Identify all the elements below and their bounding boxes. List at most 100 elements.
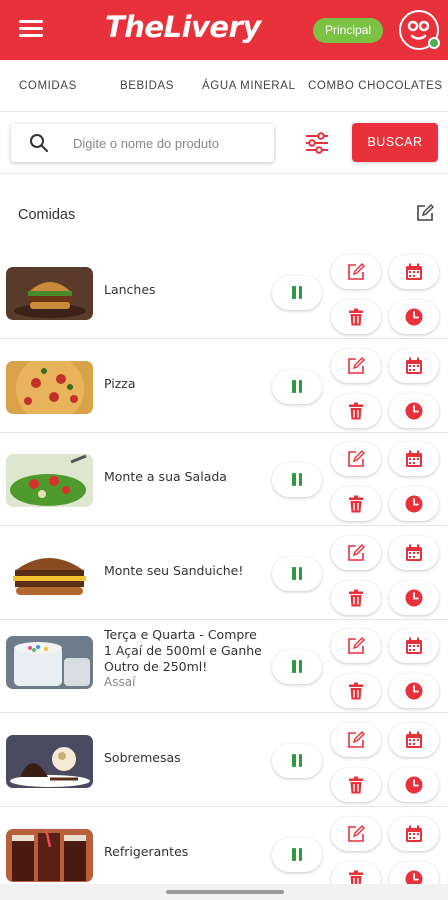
schedule-button[interactable] [389,816,439,851]
delete-button[interactable] [331,393,381,428]
edit-button[interactable] [331,535,381,570]
edit-icon [348,731,365,748]
search-input[interactable] [73,124,268,162]
tab-agua-mineral[interactable]: ÁGUA MINERAL [202,80,295,92]
edit-icon[interactable] [416,204,434,222]
edit-button[interactable] [331,723,381,757]
tab-comidas[interactable]: COMIDAS [19,80,77,92]
trash-icon [349,402,363,420]
list-item[interactable]: Pizza [0,339,448,433]
edit-button[interactable] [331,816,381,851]
pause-button[interactable] [272,650,322,685]
tab-bebidas[interactable]: BEBIDAS [120,80,174,92]
item-image [6,547,93,601]
calendar-icon [406,544,422,561]
clock-icon [405,402,423,420]
edit-icon [348,263,365,280]
calendar-icon [406,637,422,655]
tab-combo-chocolates[interactable]: COMBO CHOCOLATES [308,80,443,92]
item-image [6,735,93,788]
item-subtitle: Assaí [104,675,136,690]
divider [0,173,448,174]
item-image [6,636,93,690]
schedule-button[interactable] [389,442,439,477]
search-box [11,124,274,162]
item-image [6,828,93,882]
edit-icon [348,356,365,374]
edit-button[interactable] [331,442,381,477]
schedule-button[interactable] [389,348,439,383]
schedule-button[interactable] [389,535,439,570]
item-image [6,360,93,414]
item-image [6,267,93,320]
trash-icon [349,495,363,513]
pause-button[interactable] [272,744,322,778]
pause-icon [292,286,296,299]
edit-button[interactable] [331,629,381,664]
clock-icon [405,308,423,326]
pause-button[interactable] [272,463,322,498]
pause-button[interactable] [272,276,322,310]
delete-button[interactable] [331,487,381,522]
edit-icon [348,637,365,655]
pause-icon [298,660,302,674]
hours-button[interactable] [389,674,439,709]
search-button[interactable]: BUSCAR [352,123,438,162]
category-tabs: COMIDAS BEBIDAS ÁGUA MINERAL COMBO CHOCO… [0,60,448,112]
avatar[interactable] [399,10,440,50]
delete-button[interactable] [331,768,381,802]
edit-button[interactable] [331,255,381,289]
item-name: Lanches [104,282,156,297]
pause-icon [298,473,302,487]
edit-icon [348,450,365,467]
pause-button[interactable] [272,556,322,591]
item-name: Sobremesas [104,750,181,765]
item-name: Monte a sua Salada [104,469,227,485]
schedule-button[interactable] [389,255,439,289]
pause-icon [292,566,296,580]
list-item[interactable]: Monte seu Sanduiche! [0,526,448,620]
calendar-icon [406,263,422,280]
hours-button[interactable] [389,768,439,802]
pause-icon [292,754,296,767]
online-status-dot [428,37,440,49]
edit-button[interactable] [331,348,381,383]
schedule-button[interactable] [389,723,439,757]
list-item[interactable]: Monte a sua Salada [0,432,448,527]
home-indicator[interactable] [166,890,284,894]
clock-icon [405,682,423,700]
search-icon [30,134,48,152]
hours-button[interactable] [389,393,439,428]
list-item[interactable]: Terça e Quarta - Compre 1 Açaí de 500ml … [0,619,448,714]
edit-icon [348,543,365,561]
calendar-icon [406,450,422,468]
delete-button[interactable] [331,674,381,709]
item-name: Monte seu Sanduiche! [104,562,244,578]
list-item[interactable]: Lanches [0,245,448,339]
list-item[interactable]: Sobremesas [0,713,448,807]
delete-button[interactable] [331,300,381,334]
principal-badge[interactable]: Principal [313,18,383,43]
schedule-button[interactable] [389,629,439,664]
delete-button[interactable] [331,580,381,615]
hours-button[interactable] [389,487,439,522]
edit-icon [348,824,365,842]
app-header: TheLivery Principal [0,0,448,60]
section-title: Comidas [18,207,76,223]
calendar-icon [406,731,422,748]
sliders-icon[interactable] [304,131,330,155]
pause-icon [292,379,296,393]
hours-button[interactable] [389,300,439,334]
trash-icon [349,589,363,607]
pause-icon [292,473,296,487]
pause-button[interactable] [272,837,322,872]
pause-icon [292,660,296,674]
hours-button[interactable] [389,580,439,615]
trash-icon [349,308,363,326]
hamburger-icon[interactable] [19,20,43,40]
clock-icon [405,589,423,607]
pause-icon [298,286,302,299]
pause-button[interactable] [272,369,322,404]
calendar-icon [406,357,422,374]
clock-icon [405,776,423,794]
